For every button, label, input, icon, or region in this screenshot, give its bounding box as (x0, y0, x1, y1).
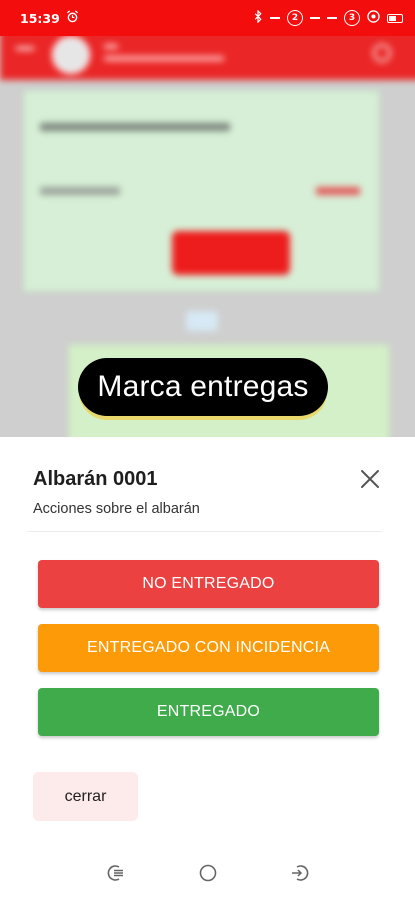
back-arrow-icon (16, 47, 34, 50)
signal-dash (310, 17, 320, 19)
toast-text: Marca entregas (97, 370, 309, 403)
close-button[interactable] (356, 467, 384, 495)
background-card (23, 90, 380, 292)
close-sheet-button[interactable]: cerrar (33, 772, 138, 821)
not-delivered-button[interactable]: NO ENTREGADO (38, 560, 379, 608)
recent-apps-button[interactable] (104, 863, 128, 887)
status-right: 2 3 (253, 9, 403, 26)
back-button[interactable] (288, 863, 312, 887)
navigation-bar (0, 847, 415, 900)
status-bar: 15:39 2 3 (0, 0, 415, 36)
delivered-with-incident-button[interactable]: ENTREGADO CON INCIDENCIA (38, 624, 379, 672)
battery-icon (387, 13, 403, 23)
background-card-button (172, 231, 290, 275)
alarm-icon (66, 10, 79, 26)
sim-2-icon: 2 (287, 10, 303, 26)
signal-dash (327, 17, 337, 19)
back-icon (290, 863, 310, 888)
recent-apps-icon (106, 863, 126, 888)
avatar (52, 36, 90, 74)
app-bar-title (104, 44, 224, 68)
bottom-sheet: Albarán 0001 Acciones sobre el albarán N… (0, 437, 415, 847)
bluetooth-icon (253, 9, 263, 26)
search-icon (373, 44, 391, 62)
toast: Marca entregas (78, 358, 328, 416)
sheet-title: Albarán 0001 (33, 468, 158, 490)
wifi-icon (367, 10, 380, 26)
delivered-button[interactable]: ENTREGADO (38, 688, 379, 736)
home-icon (198, 863, 218, 888)
sim-3-icon: 3 (344, 10, 360, 26)
close-icon (360, 469, 380, 494)
background-chip (186, 311, 218, 331)
status-left: 15:39 (20, 10, 79, 26)
signal-dash (270, 17, 280, 19)
home-button[interactable] (196, 863, 220, 887)
divider (27, 531, 382, 532)
sheet-subtitle: Acciones sobre el albarán (33, 501, 200, 517)
status-time: 15:39 (20, 10, 60, 26)
